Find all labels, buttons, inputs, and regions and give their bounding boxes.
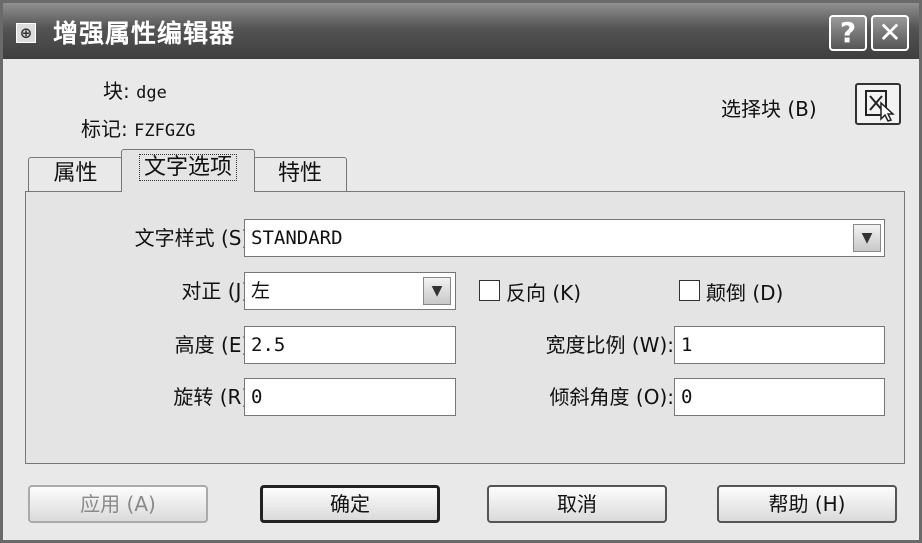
select-block-label: 选择块 (B) [721,97,817,121]
pick-cursor-icon [865,90,895,122]
enhanced-attribute-editor-dialog: ⊕ 增强属性编辑器 ? ✕ 块: dge 标记: FZFGZG 选择块 (B) … [0,0,922,543]
justify-dropdown-icon[interactable]: ▼ [423,277,451,305]
tab-attributes[interactable]: 属性 [28,157,123,191]
backwards-label: 反向 (K) [506,281,582,305]
help-button[interactable]: 帮助 (H) [717,485,897,523]
block-label: 块: [103,79,130,103]
tag-value: FZFGZG [134,121,196,141]
height-input[interactable]: 2.5 [244,326,456,364]
text-style-value: STANDARD [251,227,343,249]
app-icon: ⊕ [16,23,36,43]
block-value: dge [136,83,167,103]
close-button[interactable]: ✕ [871,15,909,51]
tab-text-options-label: 文字选项 [138,154,237,181]
text-options-panel: 文字样式 (S): STANDARD ▼ 对正 (J): 左 ▼ 反向 (K) … [25,191,905,464]
oblique-angle-label: 倾斜角度 (O): [549,385,674,409]
window-title: 增强属性编辑器 [53,19,236,48]
select-block-button[interactable] [855,83,901,125]
apply-button[interactable]: 应用 (A) [28,485,208,523]
tab-properties[interactable]: 特性 [253,157,347,191]
text-style-select[interactable]: STANDARD [244,219,885,257]
backwards-checkbox[interactable] [479,280,500,301]
tab-text-options[interactable]: 文字选项 [121,149,255,192]
width-factor-input[interactable]: 1 [674,326,885,364]
oblique-angle-input[interactable]: 0 [674,378,885,416]
upside-down-label: 颠倒 (D) [706,281,784,305]
title-bar[interactable]: ⊕ 增强属性编辑器 ? ✕ [3,3,919,59]
cancel-button[interactable]: 取消 [487,485,667,523]
justify-value: 左 [251,280,271,302]
text-style-dropdown-icon[interactable]: ▼ [853,224,881,252]
tag-label: 标记: [81,117,128,141]
text-style-label: 文字样式 (S): [134,226,256,250]
width-factor-label: 宽度比例 (W): [545,333,674,357]
help-title-button[interactable]: ? [829,15,867,51]
tag-info: 标记: FZFGZG [81,113,196,142]
ok-button[interactable]: 确定 [260,485,440,523]
upside-down-checkbox[interactable] [679,280,700,301]
rotation-input[interactable]: 0 [244,378,456,416]
block-info: 块: dge [103,75,167,104]
